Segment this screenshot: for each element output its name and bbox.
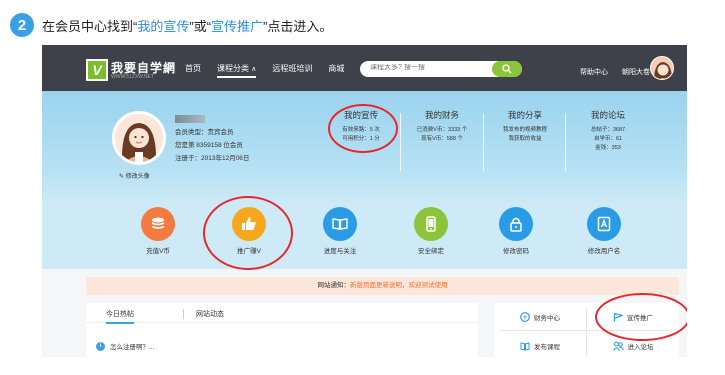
nav-item-mall[interactable]: 商城 (328, 63, 344, 78)
member-center-screenshot: V 我要自学網 WWW.51ZXW.NET 首页 课程分类 ∧ 远程班培训 商城… (42, 45, 687, 357)
member-rank: 您是第 8359158 位会员 (175, 142, 243, 149)
publish-icon (520, 342, 530, 351)
logo-subtext: WWW.51ZXW.NET (111, 74, 155, 80)
tab-today-hot[interactable]: 今日热帖 (106, 309, 134, 324)
action-icon-row: 充值V币 推广赚V 进度与关注 安全绑定 修改密码 修改用户名 (42, 203, 687, 269)
edit-avatar-link[interactable]: ✎ 修改头像 (119, 171, 150, 180)
site-notice: 网站通知：新版页面更新说明，欢迎测试使用 (86, 277, 679, 295)
stat-my-forum[interactable]: 我的论坛 总帖子：3687 自学币：61 金钱：353 (572, 109, 644, 153)
help-center-link[interactable]: 帮助中心 (580, 69, 608, 76)
hot-posts-panel: 今日热帖 网站动态 i 怎么注册啊？... (86, 303, 478, 357)
svg-text:¥: ¥ (523, 314, 527, 321)
action-change-password[interactable]: 修改密码 (481, 207, 551, 255)
annotation-ellipse-my-promotion (328, 104, 398, 153)
stat-divider (483, 113, 484, 171)
publish-course-link[interactable]: 发布课程 (494, 333, 586, 357)
annotation-ellipse-promote-earn (203, 196, 293, 270)
step-instruction: 2 在会员中心找到“我的宣传”或“宣传推广”点击进入。 (10, 12, 332, 38)
action-progress-follow[interactable]: 进度与关注 (305, 207, 375, 255)
tab-divider (183, 309, 184, 319)
book-icon (332, 218, 348, 230)
info-icon: i (96, 341, 105, 351)
search-input[interactable] (370, 64, 470, 71)
forum-icon (612, 341, 624, 351)
avatar[interactable] (650, 56, 674, 80)
highlight-promotion: 宣传推广 (211, 18, 264, 34)
phone-icon (426, 216, 436, 232)
username-link[interactable]: 朝阳大卷 (622, 69, 650, 76)
search-box (360, 61, 522, 77)
register-date: 注册于：2013年12月06日 (175, 155, 250, 162)
user-avatar-icon (115, 114, 163, 162)
stat-my-finance[interactable]: 我的财务 已消费V币：3333 个 现有V币：588 个 (406, 109, 478, 144)
nav-item-remote-training[interactable]: 远程班培训 (272, 63, 312, 78)
top-navbar: V 我要自学網 WWW.51ZXW.NET 首页 课程分类 ∧ 远程班培训 商城… (42, 45, 687, 91)
stat-divider (565, 113, 566, 171)
id-card-icon (597, 216, 611, 232)
search-button[interactable] (492, 61, 522, 77)
logo-badge: V (86, 59, 108, 81)
panel-tabs: 今日热帖 网站动态 (86, 303, 478, 324)
action-recharge[interactable]: 充值V币 (123, 207, 193, 255)
user-avatar-icon (651, 57, 673, 79)
tutorial-page: 2 在会员中心找到“我的宣传”或“宣传推广”点击进入。 V 我要自学網 WWW.… (0, 0, 725, 375)
action-security-binding[interactable]: 安全绑定 (396, 207, 466, 255)
user-info: 会员类型：贵宾会员 您是第 8359158 位会员 注册于：2013年12月06… (175, 115, 249, 165)
nav-item-home[interactable]: 首页 (185, 63, 201, 78)
annotation-ellipse-promotion-link (595, 293, 687, 341)
member-type: 会员类型：贵宾会员 (175, 129, 234, 136)
site-logo[interactable]: V 我要自学網 WWW.51ZXW.NET (86, 59, 175, 83)
chevron-up-icon: ∧ (251, 66, 257, 73)
nav-item-categories[interactable]: 课程分类 ∧ (217, 63, 257, 78)
step-number-badge: 2 (10, 13, 34, 37)
finance-icon: ¥ (520, 312, 530, 322)
username-redacted (175, 115, 205, 123)
list-item[interactable]: i 怎么注册啊？... (96, 341, 154, 351)
tab-site-news[interactable]: 网站动态 (196, 309, 224, 319)
search-icon (502, 64, 512, 74)
avatar[interactable] (112, 111, 166, 165)
finance-center-link[interactable]: ¥ 财务中心 (494, 304, 586, 330)
step-text: 在会员中心找到“我的宣传”或“宣传推广”点击进入。 (42, 18, 333, 34)
stat-divider (400, 113, 401, 171)
stat-my-share[interactable]: 我的分享 我发布的视频教程 我获取的收益 (489, 109, 561, 144)
coin-stack-icon (151, 217, 165, 229)
action-change-username[interactable]: 修改用户名 (569, 207, 639, 255)
main-nav: 首页 课程分类 ∧ 远程班培训 商城 (185, 63, 360, 78)
notice-link[interactable]: 新版页面更新说明，欢迎测试使用 (350, 282, 448, 289)
highlight-my-promotion: 我的宣传 (137, 18, 190, 34)
lock-icon (510, 217, 522, 232)
notice-prefix: 网站通知： (317, 282, 351, 289)
